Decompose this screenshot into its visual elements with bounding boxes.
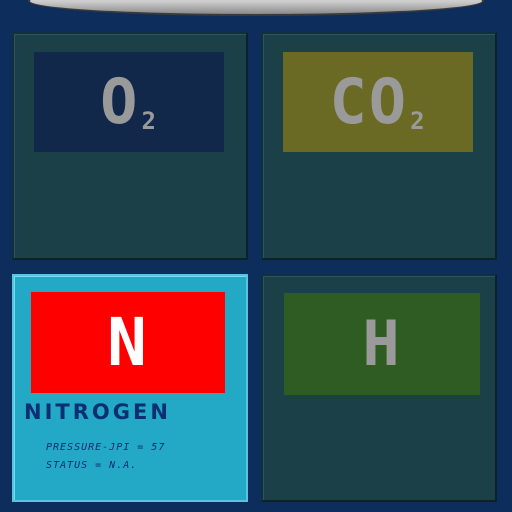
nitrogen-symbol: N [107, 303, 149, 381]
nitrogen-name: NITROGEN [24, 400, 171, 424]
tile-carbon-dioxide[interactable]: CO2 [261, 32, 497, 260]
oxygen-symbol-box: O2 [34, 52, 224, 152]
tile-hydrogen[interactable]: H [261, 274, 497, 502]
nitrogen-symbol-box: N [31, 292, 225, 393]
nitrogen-status: STATUS = N.A. [46, 460, 138, 471]
tile-nitrogen[interactable]: N NITROGEN PRESSURE-JPI = 57 STATUS = N.… [12, 274, 248, 502]
tile-oxygen[interactable]: O2 [12, 32, 248, 260]
carbon-dioxide-symbol-box: CO2 [283, 52, 473, 152]
oxygen-symbol: O2 [100, 65, 158, 138]
top-bar [28, 0, 484, 16]
hydrogen-symbol: H [362, 307, 402, 380]
nitrogen-pressure: PRESSURE-JPI = 57 [46, 442, 166, 453]
carbon-dioxide-symbol: CO2 [329, 65, 427, 138]
hydrogen-symbol-box: H [284, 293, 480, 395]
